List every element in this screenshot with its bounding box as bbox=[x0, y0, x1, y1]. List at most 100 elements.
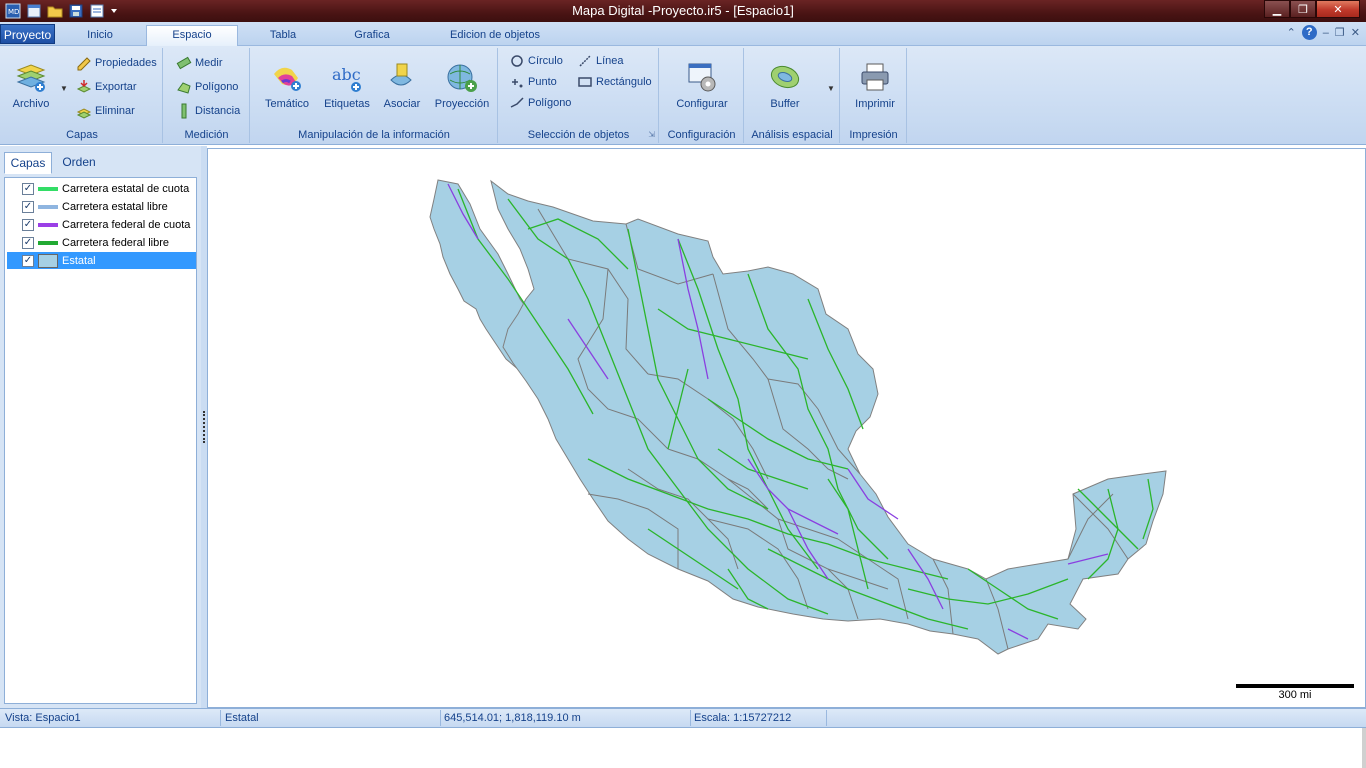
export-icon bbox=[76, 80, 92, 93]
eliminar-button[interactable]: Eliminar bbox=[76, 102, 135, 120]
exportar-button[interactable]: Exportar bbox=[76, 78, 137, 96]
layer-name: Estatal bbox=[62, 254, 96, 267]
asociar-button[interactable]: Asociar bbox=[377, 60, 427, 110]
layer-item[interactable]: ✓ Carretera federal de cuota bbox=[7, 216, 196, 233]
group-capas: Archivo ▼ Propiedades Exportar Eliminar … bbox=[2, 48, 163, 143]
medir-button[interactable]: Medir bbox=[176, 54, 223, 72]
help-icon[interactable]: ? bbox=[1301, 25, 1317, 40]
layer-swatch bbox=[38, 240, 58, 245]
layer-swatch bbox=[38, 222, 58, 227]
group-label-medicion: Medición bbox=[184, 129, 229, 141]
group-analisis: Buffer ▼ Análisis espacial bbox=[745, 48, 840, 143]
layer-checkbox[interactable]: ✓ bbox=[22, 218, 34, 231]
rectangle-select-icon bbox=[578, 77, 592, 87]
layer-list: ✓ Carretera estatal de cuota ✓ Carretera… bbox=[4, 177, 197, 704]
group-seleccion: Círculo Línea Punto Rectángulo Polígono … bbox=[499, 48, 659, 143]
window-title: Mapa Digital -Proyecto.ir5 - [Espacio1] bbox=[572, 3, 794, 18]
layer-item[interactable]: ✓ Carretera estatal de cuota bbox=[7, 180, 196, 197]
layer-checkbox[interactable]: ✓ bbox=[22, 254, 34, 267]
layer-name: Carretera federal de cuota bbox=[62, 218, 191, 231]
tab-edicion-objetos[interactable]: Edicion de objetos bbox=[436, 26, 554, 46]
punto-select-button[interactable]: Punto bbox=[509, 73, 557, 91]
group-label-configuracion: Configuración bbox=[667, 129, 736, 141]
layers-add-icon bbox=[14, 60, 48, 94]
collapse-ribbon-icon[interactable]: ⌃ bbox=[1287, 26, 1296, 39]
scale-bar-line bbox=[1236, 684, 1354, 688]
distancia-button[interactable]: Distancia bbox=[176, 102, 240, 120]
imprimir-button[interactable]: Imprimir bbox=[847, 60, 903, 110]
tab-grafica[interactable]: Grafica bbox=[340, 26, 404, 46]
minimize-button[interactable]: ▁ bbox=[1264, 0, 1290, 18]
close-button[interactable]: ✕ bbox=[1316, 0, 1360, 18]
layer-item[interactable]: ✓ Carretera estatal libre bbox=[7, 198, 196, 215]
delete-layer-icon bbox=[76, 108, 92, 119]
status-escala: Escala: 1:15727212 bbox=[694, 712, 792, 724]
point-select-icon bbox=[512, 79, 523, 88]
configurar-button[interactable]: Configurar bbox=[664, 60, 740, 110]
buffer-button[interactable]: Buffer bbox=[757, 60, 813, 110]
propiedades-button[interactable]: Propiedades bbox=[76, 54, 157, 72]
group-label-seleccion: Selección de objetos bbox=[527, 129, 630, 141]
polygon-measure-icon bbox=[177, 82, 191, 94]
rectangulo-select-button[interactable]: Rectángulo bbox=[577, 73, 652, 91]
proyeccion-button[interactable]: Proyección bbox=[429, 60, 495, 110]
maximize-button[interactable]: ❐ bbox=[1290, 0, 1316, 18]
scale-bar: 300 mi bbox=[1236, 684, 1354, 701]
status-vista: Vista: Espacio1 bbox=[5, 712, 81, 724]
group-configuracion: Configurar Configuración bbox=[660, 48, 744, 143]
buffer-icon bbox=[768, 60, 802, 94]
buffer-dropdown-icon[interactable]: ▼ bbox=[827, 84, 835, 93]
group-label-manipulacion: Manipulación de la información bbox=[298, 129, 450, 141]
layer-checkbox[interactable]: ✓ bbox=[22, 182, 34, 195]
circle-select-icon bbox=[511, 55, 523, 67]
ruler-icon bbox=[176, 56, 192, 70]
svg-text:abc: abc bbox=[332, 65, 361, 84]
group-label-impresion: Impresión bbox=[849, 129, 898, 141]
bottom-pane-scrollbar[interactable] bbox=[1362, 728, 1366, 768]
group-impresion: Imprimir Impresión bbox=[841, 48, 907, 143]
archivo-dropdown-icon[interactable]: ▼ bbox=[60, 84, 68, 93]
circulo-select-button[interactable]: Círculo bbox=[509, 52, 563, 70]
mdi-close-icon[interactable]: ✕ bbox=[1351, 26, 1360, 39]
ribbon: Archivo ▼ Propiedades Exportar Eliminar … bbox=[0, 46, 1366, 145]
layer-swatch bbox=[38, 186, 58, 191]
poligono-select-button[interactable]: Polígono bbox=[509, 94, 571, 112]
status-separator bbox=[440, 710, 441, 726]
layer-item-selected[interactable]: ✓ Estatal bbox=[7, 252, 196, 269]
layers-panel: Capas Orden ✓ Carretera estatal de cuota… bbox=[0, 146, 201, 708]
mdi-restore-icon[interactable]: ❐ bbox=[1335, 26, 1345, 39]
layer-name: Carretera federal libre bbox=[62, 236, 169, 249]
window-controls: ▁ ❐ ✕ bbox=[1264, 0, 1360, 18]
layer-name: Carretera estatal de cuota bbox=[62, 182, 190, 195]
layer-item[interactable]: ✓ Carretera federal libre bbox=[7, 234, 196, 251]
ribbon-right-controls: ⌃ ? – ❐ ✕ bbox=[1287, 25, 1360, 40]
group-manipulacion: Temático abc Etiquetas Asociar Proyecció… bbox=[251, 48, 498, 143]
tab-inicio[interactable]: Inicio bbox=[70, 26, 130, 46]
status-layer: Estatal bbox=[225, 712, 259, 724]
distance-icon bbox=[181, 103, 187, 119]
status-separator bbox=[826, 710, 827, 726]
map-view[interactable]: 300 mi bbox=[207, 148, 1366, 708]
projection-globe-icon bbox=[445, 60, 479, 94]
layer-checkbox[interactable]: ✓ bbox=[22, 236, 34, 249]
status-coordinates: 645,514.01; 1,818,119.10 m bbox=[444, 712, 581, 724]
tab-tabla[interactable]: Tabla bbox=[254, 26, 312, 46]
settings-gear-icon bbox=[685, 60, 719, 94]
mexico-map[interactable] bbox=[208, 149, 1365, 707]
archivo-button[interactable]: Archivo bbox=[6, 60, 56, 110]
printer-icon bbox=[858, 60, 892, 94]
tematico-button[interactable]: Temático bbox=[259, 60, 315, 110]
associate-icon bbox=[385, 60, 419, 94]
properties-pencil-icon bbox=[77, 57, 91, 71]
etiquetas-button[interactable]: abc Etiquetas bbox=[319, 60, 375, 110]
mdi-minimize-icon[interactable]: – bbox=[1323, 27, 1329, 39]
group-label-analisis: Análisis espacial bbox=[751, 129, 833, 141]
layer-checkbox[interactable]: ✓ bbox=[22, 200, 34, 213]
panel-tab-capas[interactable]: Capas bbox=[4, 152, 52, 174]
thematic-icon bbox=[270, 60, 304, 94]
panel-tab-orden[interactable]: Orden bbox=[54, 152, 104, 174]
tab-espacio[interactable]: Espacio bbox=[146, 25, 238, 46]
tab-proyecto[interactable]: Proyecto bbox=[0, 24, 55, 44]
linea-select-button[interactable]: Línea bbox=[577, 52, 624, 70]
poligono-measure-button[interactable]: Polígono bbox=[176, 78, 238, 96]
